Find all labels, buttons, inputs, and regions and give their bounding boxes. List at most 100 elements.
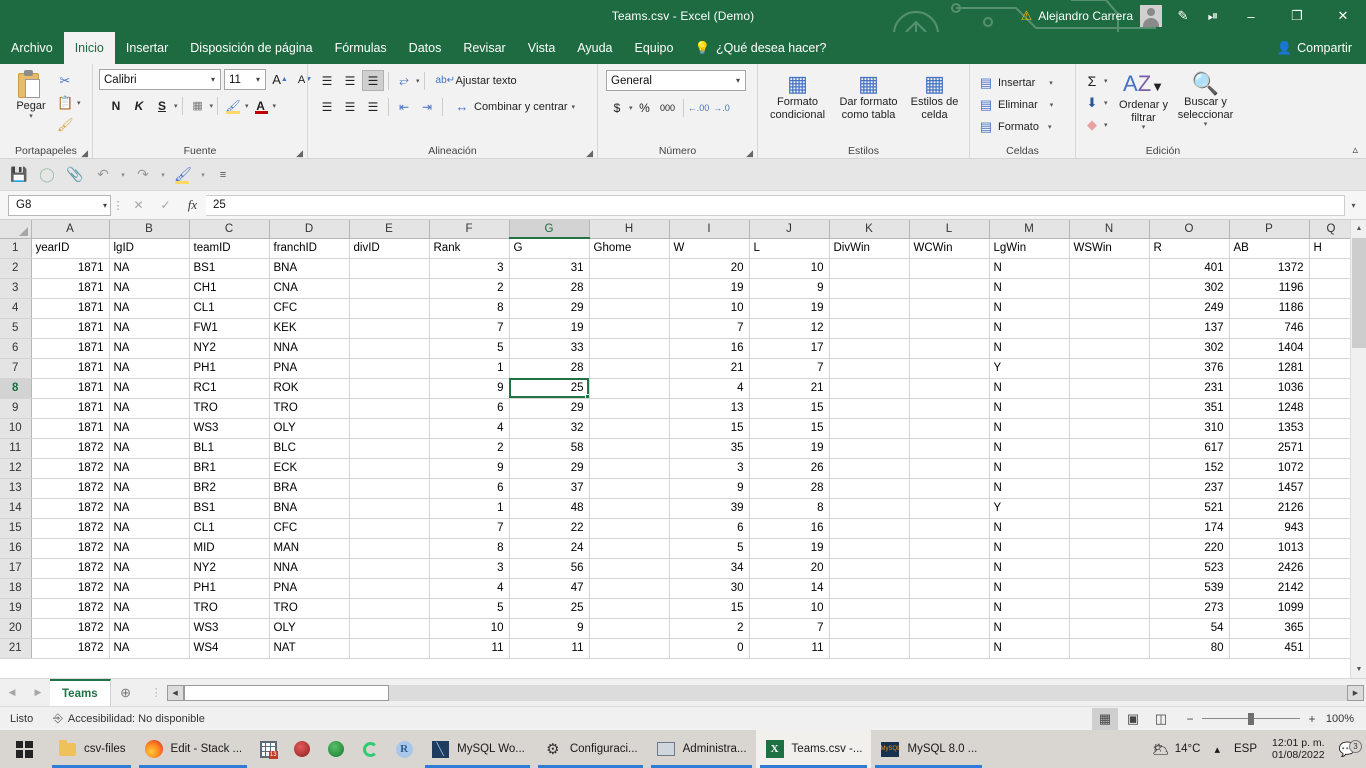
cell-L4[interactable]	[909, 298, 990, 319]
cell-K2[interactable]	[829, 258, 910, 279]
autosave-toggle-icon[interactable]: ◯	[34, 163, 60, 187]
windows-start-icon[interactable]	[0, 730, 48, 768]
cell-D13[interactable]: BRA	[269, 478, 350, 499]
chevron-down-icon[interactable]: ▾	[1204, 121, 1208, 129]
cell-C19[interactable]: TRO	[189, 598, 270, 619]
cell-P17[interactable]: 2426	[1229, 558, 1310, 579]
cell-N15[interactable]	[1069, 518, 1150, 539]
cell-E18[interactable]	[349, 578, 430, 599]
cell-G14[interactable]: 48	[509, 498, 590, 519]
cell-C15[interactable]: CL1	[189, 518, 270, 539]
zoom-out-button[interactable]: −	[1184, 712, 1196, 726]
insert-cells-button[interactable]: ▤ Insertar ▾	[975, 72, 1056, 93]
cell-B6[interactable]: NA	[109, 338, 190, 359]
cell-I2[interactable]: 20	[669, 258, 750, 279]
column-header-C[interactable]: C	[189, 220, 270, 239]
font-size-combo[interactable]: 11 ▾	[224, 69, 266, 90]
taskbar-item-excel-teams[interactable]: X Teams.csv -...	[755, 730, 872, 768]
row-header-21[interactable]: 21	[0, 638, 32, 659]
normal-view-icon[interactable]: ▦	[1092, 708, 1118, 730]
cell-O4[interactable]: 249	[1149, 298, 1230, 319]
cell-B18[interactable]: NA	[109, 578, 190, 599]
cell-I13[interactable]: 9	[669, 478, 750, 499]
accessibility-status[interactable]: ⎆ Accesibilidad: No disponible	[43, 711, 215, 726]
cell-P5[interactable]: 746	[1229, 318, 1310, 339]
cell-F9[interactable]: 6	[429, 398, 510, 419]
cell-D5[interactable]: KEK	[269, 318, 350, 339]
cell-G16[interactable]: 24	[509, 538, 590, 559]
chevron-down-icon[interactable]: ▾	[1142, 124, 1146, 132]
cell-J8[interactable]: 21	[749, 378, 830, 399]
align-top-icon[interactable]: ☰	[316, 70, 338, 91]
cell-K12[interactable]	[829, 458, 910, 479]
decrease-indent-icon[interactable]: ⇤	[393, 96, 415, 117]
cell-M4[interactable]: N	[989, 298, 1070, 319]
cell-A17[interactable]: 1872	[31, 558, 110, 579]
cell-C4[interactable]: CL1	[189, 298, 270, 319]
cell-Q3[interactable]	[1309, 278, 1354, 299]
cell-Q13[interactable]	[1309, 478, 1354, 499]
cell-E4[interactable]	[349, 298, 430, 319]
cell-G4[interactable]: 29	[509, 298, 590, 319]
cell-F5[interactable]: 7	[429, 318, 510, 339]
cell-N21[interactable]	[1069, 638, 1150, 659]
cell-I19[interactable]: 15	[669, 598, 750, 619]
cell-N5[interactable]	[1069, 318, 1150, 339]
grow-font-button[interactable]: A ▲	[269, 69, 291, 90]
cell-G11[interactable]: 58	[509, 438, 590, 459]
cell-O3[interactable]: 302	[1149, 278, 1230, 299]
cell-P13[interactable]: 1457	[1229, 478, 1310, 499]
cell-K3[interactable]	[829, 278, 910, 299]
row-header-7[interactable]: 7	[0, 358, 32, 379]
wrap-text-button[interactable]: ab↵ Ajustar texto	[433, 70, 520, 91]
cell-I1[interactable]: W	[669, 238, 750, 259]
cell-K4[interactable]	[829, 298, 910, 319]
cell-K19[interactable]	[829, 598, 910, 619]
cell-H12[interactable]	[589, 458, 670, 479]
cell-B19[interactable]: NA	[109, 598, 190, 619]
row-header-5[interactable]: 5	[0, 318, 32, 339]
cell-J6[interactable]: 17	[749, 338, 830, 359]
zoom-control[interactable]: − + 100%	[1184, 711, 1358, 727]
cell-J11[interactable]: 19	[749, 438, 830, 459]
cell-K18[interactable]	[829, 578, 910, 599]
cell-I3[interactable]: 19	[669, 278, 750, 299]
cell-F12[interactable]: 9	[429, 458, 510, 479]
taskbar-item-mysql-workbench[interactable]: ╲ MySQL Wo...	[421, 730, 534, 768]
cell-H16[interactable]	[589, 538, 670, 559]
cell-B12[interactable]: NA	[109, 458, 190, 479]
cell-O6[interactable]: 302	[1149, 338, 1230, 359]
cell-N6[interactable]	[1069, 338, 1150, 359]
tab-revisar[interactable]: Revisar	[452, 32, 516, 64]
cell-A2[interactable]: 1871	[31, 258, 110, 279]
cell-Q11[interactable]	[1309, 438, 1354, 459]
cell-styles-button[interactable]: ▦ Estilos de celda	[906, 70, 964, 121]
cell-G6[interactable]: 33	[509, 338, 590, 359]
taskbar-item-administrador[interactable]: Administra...	[647, 730, 756, 768]
cell-H7[interactable]	[589, 358, 670, 379]
cell-M1[interactable]: LgWin	[989, 238, 1070, 259]
cell-D1[interactable]: franchID	[269, 238, 350, 259]
chevron-down-icon[interactable]: ▾	[210, 102, 214, 110]
cell-L13[interactable]	[909, 478, 990, 499]
cell-Q18[interactable]	[1309, 578, 1354, 599]
cell-M21[interactable]: N	[989, 638, 1070, 659]
cell-L3[interactable]	[909, 278, 990, 299]
cell-D12[interactable]: ECK	[269, 458, 350, 479]
cell-A3[interactable]: 1871	[31, 278, 110, 299]
align-left-icon[interactable]: ☰	[316, 96, 338, 117]
collapse-ribbon-icon[interactable]: ▵	[1352, 143, 1358, 156]
cell-J1[interactable]: L	[749, 238, 830, 259]
row-header-19[interactable]: 19	[0, 598, 32, 619]
cell-O12[interactable]: 152	[1149, 458, 1230, 479]
cell-N2[interactable]	[1069, 258, 1150, 279]
column-header-Q[interactable]: Q	[1309, 220, 1354, 239]
cell-E19[interactable]	[349, 598, 430, 619]
chevron-down-icon[interactable]: ▾	[77, 99, 81, 107]
chevron-down-icon[interactable]: ▾	[158, 171, 168, 179]
cell-C11[interactable]: BL1	[189, 438, 270, 459]
cell-H8[interactable]	[589, 378, 670, 399]
weather-widget[interactable]: 🌥 14°C	[1145, 741, 1207, 758]
cell-P1[interactable]: AB	[1229, 238, 1310, 259]
chevron-down-icon[interactable]: ▾	[273, 102, 277, 110]
